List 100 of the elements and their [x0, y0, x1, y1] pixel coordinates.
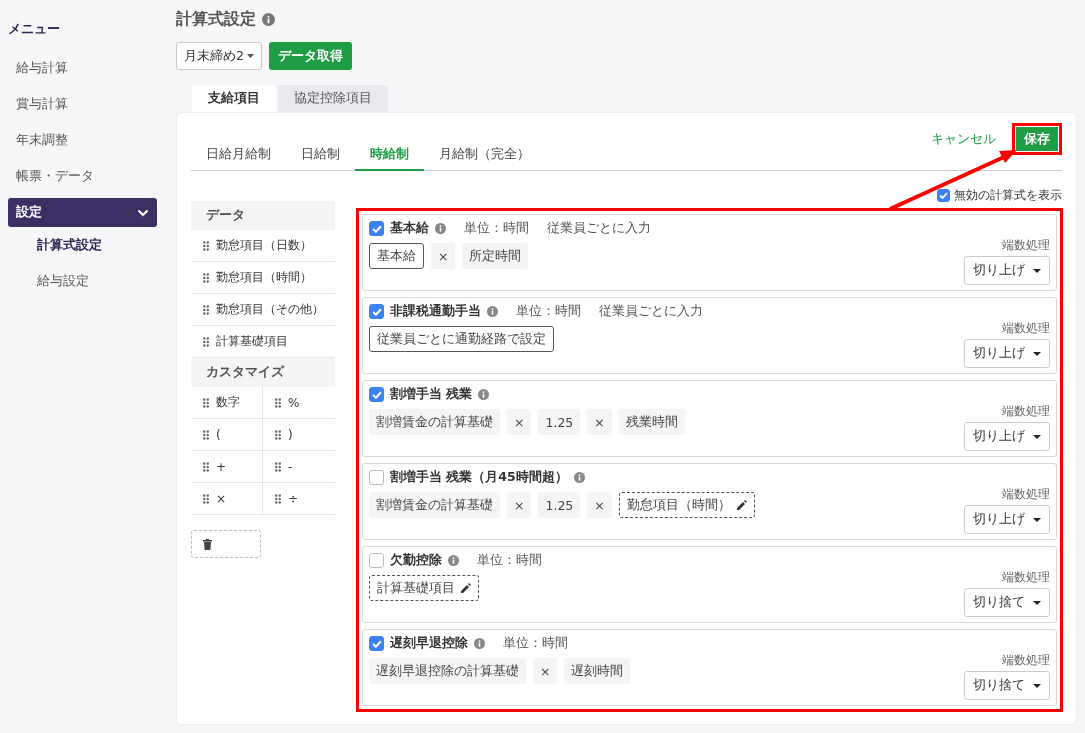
rounding-dropdown[interactable]: 切り捨て — [964, 671, 1050, 700]
tab[interactable]: 支給項目 — [192, 85, 276, 112]
formula-token[interactable]: × — [533, 658, 558, 684]
palette-item-label: % — [288, 395, 300, 410]
menu-title: メニュー — [8, 20, 61, 38]
sidebar-item[interactable]: 帳票・データ — [8, 158, 157, 194]
formula-token[interactable]: 従業員ごとに通勤経路で設定 — [369, 326, 554, 352]
rounding-label: 端数処理 — [1002, 569, 1050, 586]
checkbox[interactable] — [369, 470, 384, 485]
sidebar-subitem[interactable]: 給与設定 — [8, 263, 157, 299]
palette-item[interactable]: 勤怠項目（時間） — [191, 262, 335, 294]
sidebar-item[interactable]: 給与計算 — [8, 50, 157, 86]
caret-icon — [1033, 600, 1041, 605]
rounding-dropdown[interactable]: 切り上げ — [964, 422, 1050, 451]
rounding-dropdown[interactable]: 切り上げ — [964, 505, 1050, 534]
palette-item-label: + — [216, 459, 227, 474]
delete-drop-zone[interactable] — [191, 530, 261, 558]
formula-meta: 単位：時間 — [477, 552, 542, 569]
rounding-label: 端数処理 — [1002, 486, 1050, 503]
palette-item-label: 計算基礎項目 — [216, 333, 288, 350]
editable-token[interactable]: 勤怠項目（時間） — [618, 492, 755, 518]
drag-handle-icon — [203, 461, 209, 472]
caret-icon — [1033, 351, 1041, 356]
palette-item[interactable]: ) — [263, 419, 335, 451]
palette-item-label: 数字 — [216, 394, 240, 411]
checkbox[interactable] — [369, 387, 384, 402]
checkbox[interactable] — [369, 636, 384, 651]
subtab[interactable]: 月給制（完全） — [424, 140, 545, 171]
formula-token[interactable]: 所定時間 — [462, 243, 529, 269]
cancel-link[interactable]: キャンセル — [931, 130, 996, 148]
formula-token[interactable]: 1.25 — [538, 492, 581, 518]
tab[interactable]: 協定控除項目 — [278, 85, 388, 112]
formula-token[interactable]: 遅刻早退控除の計算基礎 — [369, 658, 526, 684]
palette-item-label: ( — [216, 427, 221, 442]
formula-token[interactable]: × — [507, 492, 532, 518]
palette-item-label: 勤怠項目（日数） — [216, 237, 312, 254]
pencil-icon — [461, 583, 471, 593]
checkbox-label: 無効の計算式を表示 — [954, 186, 1062, 204]
checkbox[interactable] — [369, 221, 384, 236]
fetch-data-button[interactable]: データ取得 — [268, 42, 352, 70]
rounding-label: 端数処理 — [1002, 652, 1050, 669]
palette-item-label: - — [288, 459, 293, 474]
palette-item[interactable]: ÷ — [263, 483, 335, 515]
formula-token[interactable]: 基本給 — [369, 243, 424, 269]
formula-token[interactable]: 遅刻時間 — [564, 658, 631, 684]
palette-item[interactable]: - — [263, 451, 335, 483]
trash-icon — [203, 538, 212, 550]
period-dropdown[interactable]: 月末締め2 — [176, 42, 262, 70]
formula-meta: 従業員ごとに入力 — [547, 220, 651, 237]
palette-item[interactable]: × — [191, 483, 263, 515]
subtab[interactable]: 日給制 — [286, 140, 355, 171]
caret-icon — [246, 54, 254, 58]
sidebar-item[interactable]: 年末調整 — [8, 122, 157, 158]
checkbox[interactable] — [369, 304, 384, 319]
palette-item-label: 勤怠項目（時間） — [216, 269, 312, 286]
subtab[interactable]: 時給制 — [355, 140, 424, 171]
sidebar-item[interactable]: 賞与計算 — [8, 86, 157, 122]
info-icon — [573, 472, 585, 483]
checkbox[interactable] — [369, 553, 384, 568]
drag-handle-icon — [203, 240, 209, 251]
formula-token[interactable]: 1.25 — [538, 409, 581, 435]
palette-heading: カスタマイズ — [191, 358, 335, 387]
palette-item[interactable]: + — [191, 451, 263, 483]
formula-token[interactable]: 割増賃金の計算基礎 — [369, 409, 500, 435]
sidebar-item[interactable]: 設定 — [8, 198, 157, 227]
drag-handle-icon — [275, 461, 281, 472]
info-icon — [262, 12, 275, 26]
formula-token[interactable]: × — [587, 409, 612, 435]
palette-item[interactable]: 数字 — [191, 387, 263, 419]
save-button[interactable]: 保存 — [1016, 127, 1058, 151]
formula-name: 非課税通勤手当 — [390, 303, 481, 320]
rounding-dropdown[interactable]: 切り捨て — [964, 588, 1050, 617]
palette-item[interactable]: % — [263, 387, 335, 419]
formula-token[interactable]: × — [431, 243, 456, 269]
caret-icon — [1033, 434, 1041, 439]
drag-handle-icon — [275, 493, 281, 504]
drag-handle-icon — [203, 304, 209, 315]
drag-handle-icon — [203, 493, 209, 504]
palette-heading: データ — [191, 201, 335, 230]
palette-item[interactable]: 勤怠項目（その他） — [191, 294, 335, 326]
info-icon — [478, 389, 490, 400]
formula-meta: 従業員ごとに入力 — [599, 303, 703, 320]
drag-handle-icon — [203, 429, 209, 440]
checkbox[interactable] — [937, 188, 950, 202]
rounding-label: 端数処理 — [1002, 403, 1050, 420]
page-title: 計算式設定 — [176, 8, 256, 30]
formula-token[interactable]: 割増賃金の計算基礎 — [369, 492, 500, 518]
rounding-dropdown[interactable]: 切り上げ — [964, 339, 1050, 368]
formula-meta: 単位：時間 — [516, 303, 581, 320]
formula-token[interactable]: 残業時間 — [618, 409, 685, 435]
palette-item[interactable]: 勤怠項目（日数） — [191, 230, 335, 262]
sidebar-subitem[interactable]: 計算式設定 — [8, 227, 157, 263]
formula-token[interactable]: × — [587, 492, 612, 518]
subtab[interactable]: 日給月給制 — [191, 140, 286, 171]
formula-token[interactable]: × — [507, 409, 532, 435]
rounding-dropdown[interactable]: 切り上げ — [964, 256, 1050, 285]
drag-handle-icon — [203, 397, 209, 408]
palette-item-label: ÷ — [288, 491, 299, 506]
palette-item[interactable]: ( — [191, 419, 263, 451]
editable-token[interactable]: 計算基礎項目 — [369, 575, 479, 601]
